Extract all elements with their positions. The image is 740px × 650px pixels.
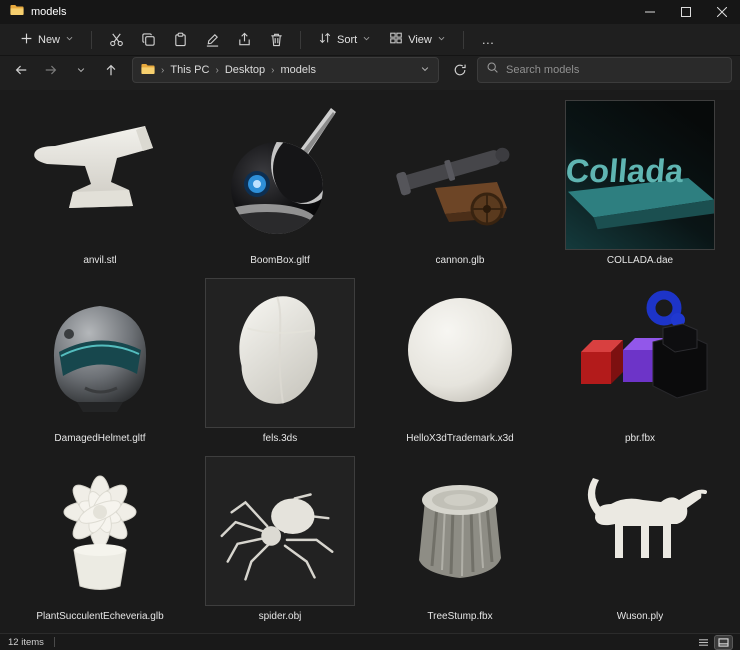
cut-button[interactable]: [101, 28, 131, 52]
plus-icon: [20, 32, 33, 48]
file-item-boombox[interactable]: BoomBox.gltf: [190, 96, 370, 274]
toolbar-separator: [91, 30, 93, 49]
spider-thumbnail: [205, 456, 355, 606]
fels-thumbnail: [205, 278, 355, 428]
file-label: BoomBox.gltf: [250, 255, 310, 266]
chevron-down-icon: [362, 34, 371, 46]
refresh-button[interactable]: [447, 57, 473, 83]
breadcrumb[interactable]: › This PC › Desktop › models: [132, 57, 439, 83]
breadcrumb-item-this-pc[interactable]: This PC: [170, 64, 209, 76]
minimize-button[interactable]: [632, 0, 668, 24]
copy-button[interactable]: [133, 28, 163, 52]
file-item-pbr[interactable]: pbr.fbx: [550, 274, 730, 452]
back-button[interactable]: [8, 57, 34, 83]
sphere-thumbnail: [385, 278, 535, 428]
file-label: DamagedHelmet.gltf: [54, 433, 146, 444]
file-label: HelloX3dTrademark.x3d: [406, 433, 514, 444]
file-item-plant-succulent[interactable]: PlantSucculentEcheveria.glb: [10, 452, 190, 630]
toolbar-separator: [462, 30, 464, 49]
file-item-spider[interactable]: spider.obj: [190, 452, 370, 630]
toolbar-separator: [300, 30, 302, 49]
status-separator: [53, 637, 55, 647]
command-toolbar: New Sort View …: [0, 24, 740, 56]
folder-icon: [10, 3, 24, 21]
up-button[interactable]: [98, 57, 124, 83]
collada-thumbnail: Collada: [565, 100, 715, 250]
file-item-treestump[interactable]: TreeStump.fbx: [370, 452, 550, 630]
file-item-hellox3d[interactable]: HelloX3dTrademark.x3d: [370, 274, 550, 452]
chevron-down-icon: [65, 34, 74, 46]
file-label: anvil.stl: [83, 255, 117, 266]
succulent-thumbnail: [25, 456, 175, 606]
file-item-damaged-helmet[interactable]: DamagedHelmet.gltf: [10, 274, 190, 452]
files-grid: anvil.stl BoomBox.gltf cannon.glb Collad…: [10, 96, 730, 630]
paste-button[interactable]: [165, 28, 195, 52]
new-button[interactable]: New: [12, 28, 82, 52]
sort-icon: [318, 31, 332, 48]
title-bar: models: [0, 0, 740, 24]
sort-button[interactable]: Sort: [310, 27, 379, 52]
anvil-thumbnail: [25, 100, 175, 250]
file-label: pbr.fbx: [624, 433, 656, 444]
file-label: COLLADA.dae: [606, 255, 674, 266]
search-box[interactable]: [477, 57, 732, 83]
file-label: TreeStump.fbx: [427, 611, 493, 622]
forward-button[interactable]: [38, 57, 64, 83]
delete-button[interactable]: [261, 28, 291, 52]
boombox-thumbnail: [205, 100, 355, 250]
recent-locations-button[interactable]: [68, 57, 94, 83]
address-bar: › This PC › Desktop › models: [0, 56, 740, 90]
close-button[interactable]: [704, 0, 740, 24]
large-thumbnails-view-button[interactable]: [714, 634, 733, 650]
breadcrumb-separator: ›: [215, 64, 219, 76]
details-view-button[interactable]: [695, 636, 712, 649]
file-label: spider.obj: [258, 611, 302, 622]
cannon-thumbnail: [385, 100, 535, 250]
view-button[interactable]: View: [381, 27, 454, 52]
rename-button[interactable]: [197, 28, 227, 52]
explorer-window: models New Sort View … › This PC › Deskt…: [0, 0, 740, 650]
maximize-button[interactable]: [668, 0, 704, 24]
share-button[interactable]: [229, 28, 259, 52]
search-icon: [486, 61, 499, 79]
ellipsis-icon: …: [481, 32, 495, 47]
file-label: Wuson.ply: [616, 611, 664, 622]
view-grid-icon: [389, 31, 403, 48]
file-item-cannon[interactable]: cannon.glb: [370, 96, 550, 274]
breadcrumb-item-desktop[interactable]: Desktop: [225, 64, 265, 76]
window-title: models: [31, 6, 67, 18]
file-item-anvil[interactable]: anvil.stl: [10, 96, 190, 274]
file-label: cannon.glb: [435, 255, 485, 266]
more-options-button[interactable]: …: [473, 28, 503, 52]
svg-text:Collada: Collada: [566, 152, 686, 189]
folder-icon: [141, 63, 155, 78]
file-item-fels[interactable]: fels.3ds: [190, 274, 370, 452]
file-list-area: anvil.stl BoomBox.gltf cannon.glb Collad…: [0, 90, 740, 633]
status-bar: 12 items: [0, 633, 740, 650]
search-input[interactable]: [506, 64, 723, 76]
breadcrumb-separator: ›: [271, 64, 275, 76]
treestump-thumbnail: [385, 456, 535, 606]
wuson-thumbnail: [565, 456, 715, 606]
file-item-collada[interactable]: Collada COLLADA.dae: [550, 96, 730, 274]
chevron-down-icon: [437, 34, 446, 46]
new-button-label: New: [38, 33, 61, 46]
items-count: 12 items: [8, 636, 44, 648]
breadcrumb-separator: ›: [161, 64, 165, 76]
damaged-helmet-thumbnail: [25, 278, 175, 428]
pbr-thumbnail: [565, 278, 715, 428]
breadcrumb-item-models[interactable]: models: [281, 64, 316, 76]
view-button-label: View: [408, 33, 432, 46]
file-item-wuson[interactable]: Wuson.ply: [550, 452, 730, 630]
sort-button-label: Sort: [337, 33, 358, 46]
address-dropdown-chevron-icon[interactable]: [420, 64, 430, 77]
file-label: fels.3ds: [262, 433, 298, 444]
file-label: PlantSucculentEcheveria.glb: [36, 611, 164, 622]
